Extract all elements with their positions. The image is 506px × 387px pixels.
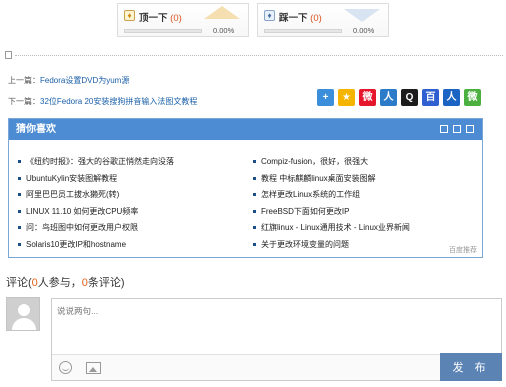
comment-box: 发 布	[51, 298, 502, 381]
close-icon[interactable]	[466, 125, 474, 133]
thumbs-down-icon: ♦	[264, 10, 275, 21]
prev-article: 上一篇：Fedora设置DVD为yum源	[8, 75, 129, 86]
image-icon[interactable]	[86, 362, 101, 374]
recommend-item[interactable]: 关于更改环境变量的问题	[253, 237, 478, 254]
prev-article-link[interactable]: Fedora设置DVD为yum源	[40, 76, 129, 85]
recommend-item[interactable]: UbuntuKylin安装图解教程	[18, 171, 248, 188]
people-share-icon[interactable]: 人	[443, 89, 460, 106]
star-share-icon[interactable]: ★	[338, 89, 355, 106]
thumbs-up-icon: ♦	[124, 10, 135, 21]
next-article-link[interactable]: 32位Fedora 20安装搜狗拼音输入法图文教程	[40, 97, 197, 106]
down-arrow-icon	[344, 9, 380, 22]
vote-down-label: 踩一下 (0)	[279, 10, 322, 24]
next-prefix: 下一篇：	[8, 97, 40, 106]
avatar-body	[12, 318, 36, 330]
recommend-item[interactable]: FreeBSD下面如何更改IP	[253, 204, 478, 221]
comments-count-label: 条评论)	[87, 277, 125, 289]
plus-share-icon[interactable]: +	[317, 89, 334, 106]
comments-people-label: 人参与，	[37, 277, 82, 289]
up-arrow-icon	[204, 6, 240, 19]
submit-button[interactable]: 发 布	[440, 353, 502, 381]
comments-title-prefix: 评论(	[6, 277, 32, 289]
recommend-item[interactable]: 怎样更改Linux系统的工作组	[253, 187, 478, 204]
vote-down-progress	[264, 29, 342, 33]
recommend-footer[interactable]: 百度推荐	[449, 245, 477, 255]
comment-input[interactable]	[52, 299, 501, 353]
document-icon	[5, 51, 12, 59]
vote-up-percent: 0.00%	[213, 26, 235, 35]
share-bar: + ★ 微人 Q 百人微	[317, 89, 481, 106]
recommend-title: 猜你喜欢	[16, 124, 56, 135]
vote-up-progress	[124, 29, 202, 33]
recommend-item[interactable]: 《纽约时报》：强大的谷歌正悄然走向没落	[18, 154, 248, 171]
avatar	[6, 297, 40, 331]
vote-down-text: 踩一下	[279, 13, 308, 24]
info-icon[interactable]	[440, 125, 448, 133]
vote-up-text: 顶一下	[139, 13, 168, 24]
qq-share-icon[interactable]: Q	[401, 89, 418, 106]
vote-up-box[interactable]: ♦ 顶一下 (0) 0.00%	[117, 3, 249, 37]
recommend-item[interactable]: 红旗linux - Linux通用技术 - Linux业界新闻	[253, 220, 478, 237]
prev-prefix: 上一篇：	[8, 76, 40, 85]
renren-share-icon[interactable]: 人	[380, 89, 397, 106]
vote-down-box[interactable]: ♦ 踩一下 (0) 0.00%	[257, 3, 389, 37]
recommend-item[interactable]: Compiz-fusion，很好，很强大	[253, 154, 478, 171]
recommend-header: 猜你喜欢	[9, 119, 482, 140]
divider	[15, 55, 503, 56]
recommend-item[interactable]: Solaris10更改IP和hostname	[18, 237, 248, 254]
recommend-item[interactable]: 教程 中标麒麟linux桌面安装图解	[253, 171, 478, 188]
avatar-head	[18, 304, 30, 316]
vote-down-count: (0)	[310, 13, 322, 24]
comments-title: 评论(0人参与，0条评论)	[6, 274, 125, 290]
vote-up-label: 顶一下 (0)	[139, 10, 182, 24]
vote-up-count: (0)	[170, 13, 182, 24]
next-article: 下一篇：32位Fedora 20安装搜狗拼音输入法图文教程	[8, 96, 197, 107]
weibo-share-icon[interactable]: 微	[359, 89, 376, 106]
emoji-icon[interactable]	[59, 361, 72, 374]
recommend-item[interactable]: 阿里巴巴员工拔水獭死(转)	[18, 187, 248, 204]
recommend-list-right: Compiz-fusion，很好，很强大 教程 中标麒麟linux桌面安装图解 怎样…	[253, 154, 478, 253]
wechat-share-icon[interactable]: 微	[464, 89, 481, 106]
recommend-item[interactable]: 问：鸟班图中如何更改用户权限	[18, 220, 248, 237]
recommend-box: 猜你喜欢 《纽约时报》：强大的谷歌正悄然走向没落 UbuntuKylin安装图解教…	[8, 118, 483, 258]
baidu-share-icon[interactable]: 百	[422, 89, 439, 106]
refresh-icon[interactable]	[453, 125, 461, 133]
recommend-item[interactable]: LINUX 11.10 如何更改CPU频率	[18, 204, 248, 221]
comment-toolbar: 发 布	[52, 353, 502, 381]
vote-down-percent: 0.00%	[353, 26, 375, 35]
recommend-list-left: 《纽约时报》：强大的谷歌正悄然走向没落 UbuntuKylin安装图解教程 阿里巴巴…	[18, 154, 248, 253]
